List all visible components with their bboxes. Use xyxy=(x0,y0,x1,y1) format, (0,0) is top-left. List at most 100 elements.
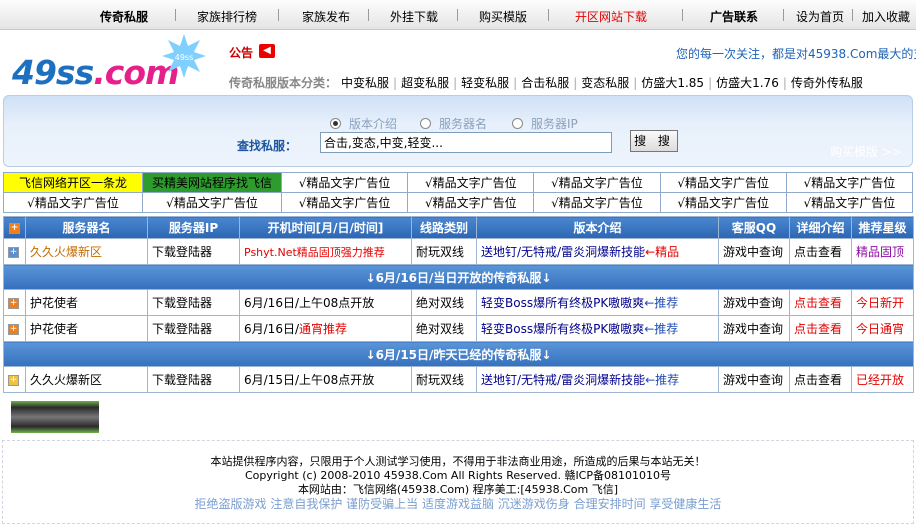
category-label: 传奇私服版本分类： xyxy=(229,76,338,90)
service-qq: 游戏中查询 xyxy=(718,238,790,265)
footer-health-notice: 拒绝盗版游戏 注意自我保护 谨防受骗上当 适度游戏益脑 沉迷游戏伤身 合理安排时… xyxy=(194,497,722,511)
ad-slot[interactable]: √精品文字广告位 xyxy=(533,172,661,193)
category-link[interactable]: 中变私服 xyxy=(341,76,389,90)
star-rating: 已经开放 xyxy=(851,366,914,393)
nav-divider xyxy=(175,9,176,21)
server-name[interactable]: 护花使者 xyxy=(25,289,148,316)
logo-badge-text: 49ss xyxy=(175,53,194,62)
nav-item-plugin-download[interactable]: 外挂下载 xyxy=(390,8,438,25)
col-header: 详细介绍 xyxy=(789,216,852,239)
col-header: 开机时间[月/日/时间] xyxy=(239,216,412,239)
date-divider-row: ↓6月/16日/当日开放的传奇私服↓ xyxy=(3,264,914,290)
server-name[interactable]: 久久火爆新区 xyxy=(25,366,148,393)
ad-slot[interactable]: √精品文字广告位 xyxy=(280,192,409,213)
server-name[interactable]: 久久火爆新区 xyxy=(25,238,148,265)
radio-version[interactable]: 版本介绍 xyxy=(330,115,397,132)
buy-template-link[interactable]: 购买模版 >> xyxy=(830,143,902,160)
nav-item-buy-template[interactable]: 购买模版 xyxy=(479,8,527,25)
banner-image[interactable] xyxy=(11,401,99,433)
server-ip[interactable]: 下载登陆器 xyxy=(147,315,240,342)
ad-table: 飞信网络开区一条龙 买精美网站程序找飞信 √精品文字广告位 √精品文字广告位 √… xyxy=(3,172,914,213)
category-link[interactable]: 传奇外传私服 xyxy=(791,76,863,90)
ad-slot[interactable]: √精品文字广告位 xyxy=(659,192,787,213)
server-table: + 服务器名 服务器IP 开机时间[月/日/时间] 线路类别 版本介绍 客服QQ… xyxy=(3,216,914,393)
ad-slot[interactable]: √精品文字广告位 xyxy=(407,172,535,193)
nav-divider xyxy=(457,9,458,21)
nav-item-private-server[interactable]: 传奇私服 xyxy=(100,8,148,25)
ad-slot[interactable]: √精品文字广告位 xyxy=(785,172,914,193)
detail-link[interactable]: 点击查看 xyxy=(789,289,852,316)
nav-item-family-post[interactable]: 家族发布 xyxy=(302,8,350,25)
footer-copyright: Copyright (c) 2008-2010 45938.Com All Ri… xyxy=(244,469,671,482)
logo-star-icon: 49ss xyxy=(162,34,206,78)
category-link[interactable]: 变态私服 xyxy=(581,76,629,90)
detail-link[interactable]: 点击查看 xyxy=(789,315,852,342)
ad-slot[interactable]: √精品文字广告位 xyxy=(407,192,535,213)
service-qq: 游戏中查询 xyxy=(718,289,790,316)
ad-slot-featured[interactable]: 飞信网络开区一条龙 xyxy=(3,172,143,193)
ad-slot-featured[interactable]: 买精美网站程序找飞信 xyxy=(142,172,282,193)
ad-slot[interactable]: √精品文字广告位 xyxy=(533,192,661,213)
ad-slot[interactable]: √精品文字广告位 xyxy=(3,192,143,213)
line-type: 耐玩双线 xyxy=(411,366,477,393)
nav-divider xyxy=(368,9,369,21)
table-header-row: + 服务器名 服务器IP 开机时间[月/日/时间] 线路类别 版本介绍 客服QQ… xyxy=(3,216,914,239)
server-ip[interactable]: 下载登陆器 xyxy=(147,366,240,393)
ad-slot[interactable]: √精品文字广告位 xyxy=(659,172,787,193)
search-input[interactable] xyxy=(320,132,612,153)
line-type: 绝对双线 xyxy=(411,315,477,342)
nav-item-add-favorite[interactable]: 加入收藏 xyxy=(862,8,910,25)
ad-slot[interactable]: √精品文字广告位 xyxy=(142,192,282,213)
footer-credits: 本网站由：飞信网络(45938.Com) 程序美工:[45938.Com 飞信] xyxy=(297,483,619,496)
search-button[interactable]: 搜 搜 xyxy=(630,130,678,152)
nav-item-site-download[interactable]: 开区网站下载 xyxy=(575,8,647,25)
version-intro[interactable]: 轻变Boss爆所有终极PK嗷嗷爽←推荐 xyxy=(476,289,719,316)
nav-item-set-home[interactable]: 设为首页 xyxy=(796,8,844,25)
footer: 本站提供程序内容，只限用于个人测试学习使用，不得用于非法商业用途，所造成的后果与… xyxy=(2,440,914,524)
notice-scroll-text: 您的每一次关注，都是对45938.Com最大的支持 xyxy=(676,47,916,61)
table-row: + 久久火爆新区 下载登陆器 Pshyt.Net精品固顶强力推荐 耐玩双线 送地… xyxy=(3,238,914,265)
col-header: 服务器名 xyxy=(25,216,148,239)
top-nav: 传奇私服 家族排行榜 家族发布 外挂下载 购买模版 开区网站下载 广告联系 设为… xyxy=(0,0,916,30)
table-row: + 久久火爆新区 下载登陆器 6月/15日/上午08点开放 耐玩双线 送地钉/无… xyxy=(3,366,914,393)
open-time: Pshyt.Net精品固顶强力推荐 xyxy=(239,238,412,265)
server-ip[interactable]: 下载登陆器 xyxy=(147,238,240,265)
plus-icon: + xyxy=(8,323,19,335)
nav-item-family-rank[interactable]: 家族排行榜 xyxy=(197,8,257,25)
category-link[interactable]: 轻变私服 xyxy=(461,76,509,90)
date-divider: ↓6月/15日/昨天已经的传奇私服↓ xyxy=(3,341,914,367)
radio-icon xyxy=(420,118,431,129)
category-link[interactable]: 仿盛大1.85 xyxy=(641,76,704,90)
ad-slot[interactable]: √精品文字广告位 xyxy=(785,192,914,213)
open-time: 6月/15日/上午08点开放 xyxy=(239,366,412,393)
category-link[interactable]: 超变私服 xyxy=(401,76,449,90)
table-row: + 护花使者 下载登陆器 6月/16日/上午08点开放 绝对双线 轻变Boss爆… xyxy=(3,289,914,316)
nav-divider xyxy=(278,9,279,21)
nav-divider xyxy=(783,9,784,21)
ad-slot[interactable]: √精品文字广告位 xyxy=(280,172,409,193)
version-intro[interactable]: 送地钉/无特戒/雷炎洞爆新技能←推荐 xyxy=(476,366,719,393)
date-divider: ↓6月/16日/当日开放的传奇私服↓ xyxy=(3,264,914,290)
notice-label: 公告 xyxy=(229,46,254,60)
radio-server-ip[interactable]: 服务器IP xyxy=(512,115,578,132)
category-bar: 传奇私服版本分类： 中变私服 | 超变私服 | 轻变私服 | 合击私服 | 变态私服 | 仿盛大1.8… xyxy=(229,76,863,90)
detail-link[interactable]: 点击查看 xyxy=(789,366,852,393)
service-qq: 游戏中查询 xyxy=(718,315,790,342)
server-name[interactable]: 护花使者 xyxy=(25,315,148,342)
version-intro[interactable]: 轻变Boss爆所有终极PK嗷嗷爽←推荐 xyxy=(476,315,719,342)
logo-text-main: 49ss xyxy=(12,53,94,92)
plus-icon: + xyxy=(8,246,19,258)
server-ip[interactable]: 下载登陆器 xyxy=(147,289,240,316)
line-type: 绝对双线 xyxy=(411,289,477,316)
plus-icon: + xyxy=(8,297,19,309)
nav-divider xyxy=(682,9,683,21)
radio-server-name[interactable]: 服务器名 xyxy=(420,115,487,132)
star-rating: 精品固顶 xyxy=(851,238,914,265)
open-time: 6月/16日/上午08点开放 xyxy=(239,289,412,316)
nav-item-ad-contact[interactable]: 广告联系 xyxy=(710,8,758,25)
version-intro[interactable]: 送地钉/无特戒/雷炎洞爆新技能←精品 xyxy=(476,238,719,265)
col-header: 版本介绍 xyxy=(476,216,719,239)
category-link[interactable]: 合击私服 xyxy=(521,76,569,90)
category-link[interactable]: 仿盛大1.76 xyxy=(716,76,779,90)
detail-link[interactable]: 点击查看 xyxy=(789,238,852,265)
